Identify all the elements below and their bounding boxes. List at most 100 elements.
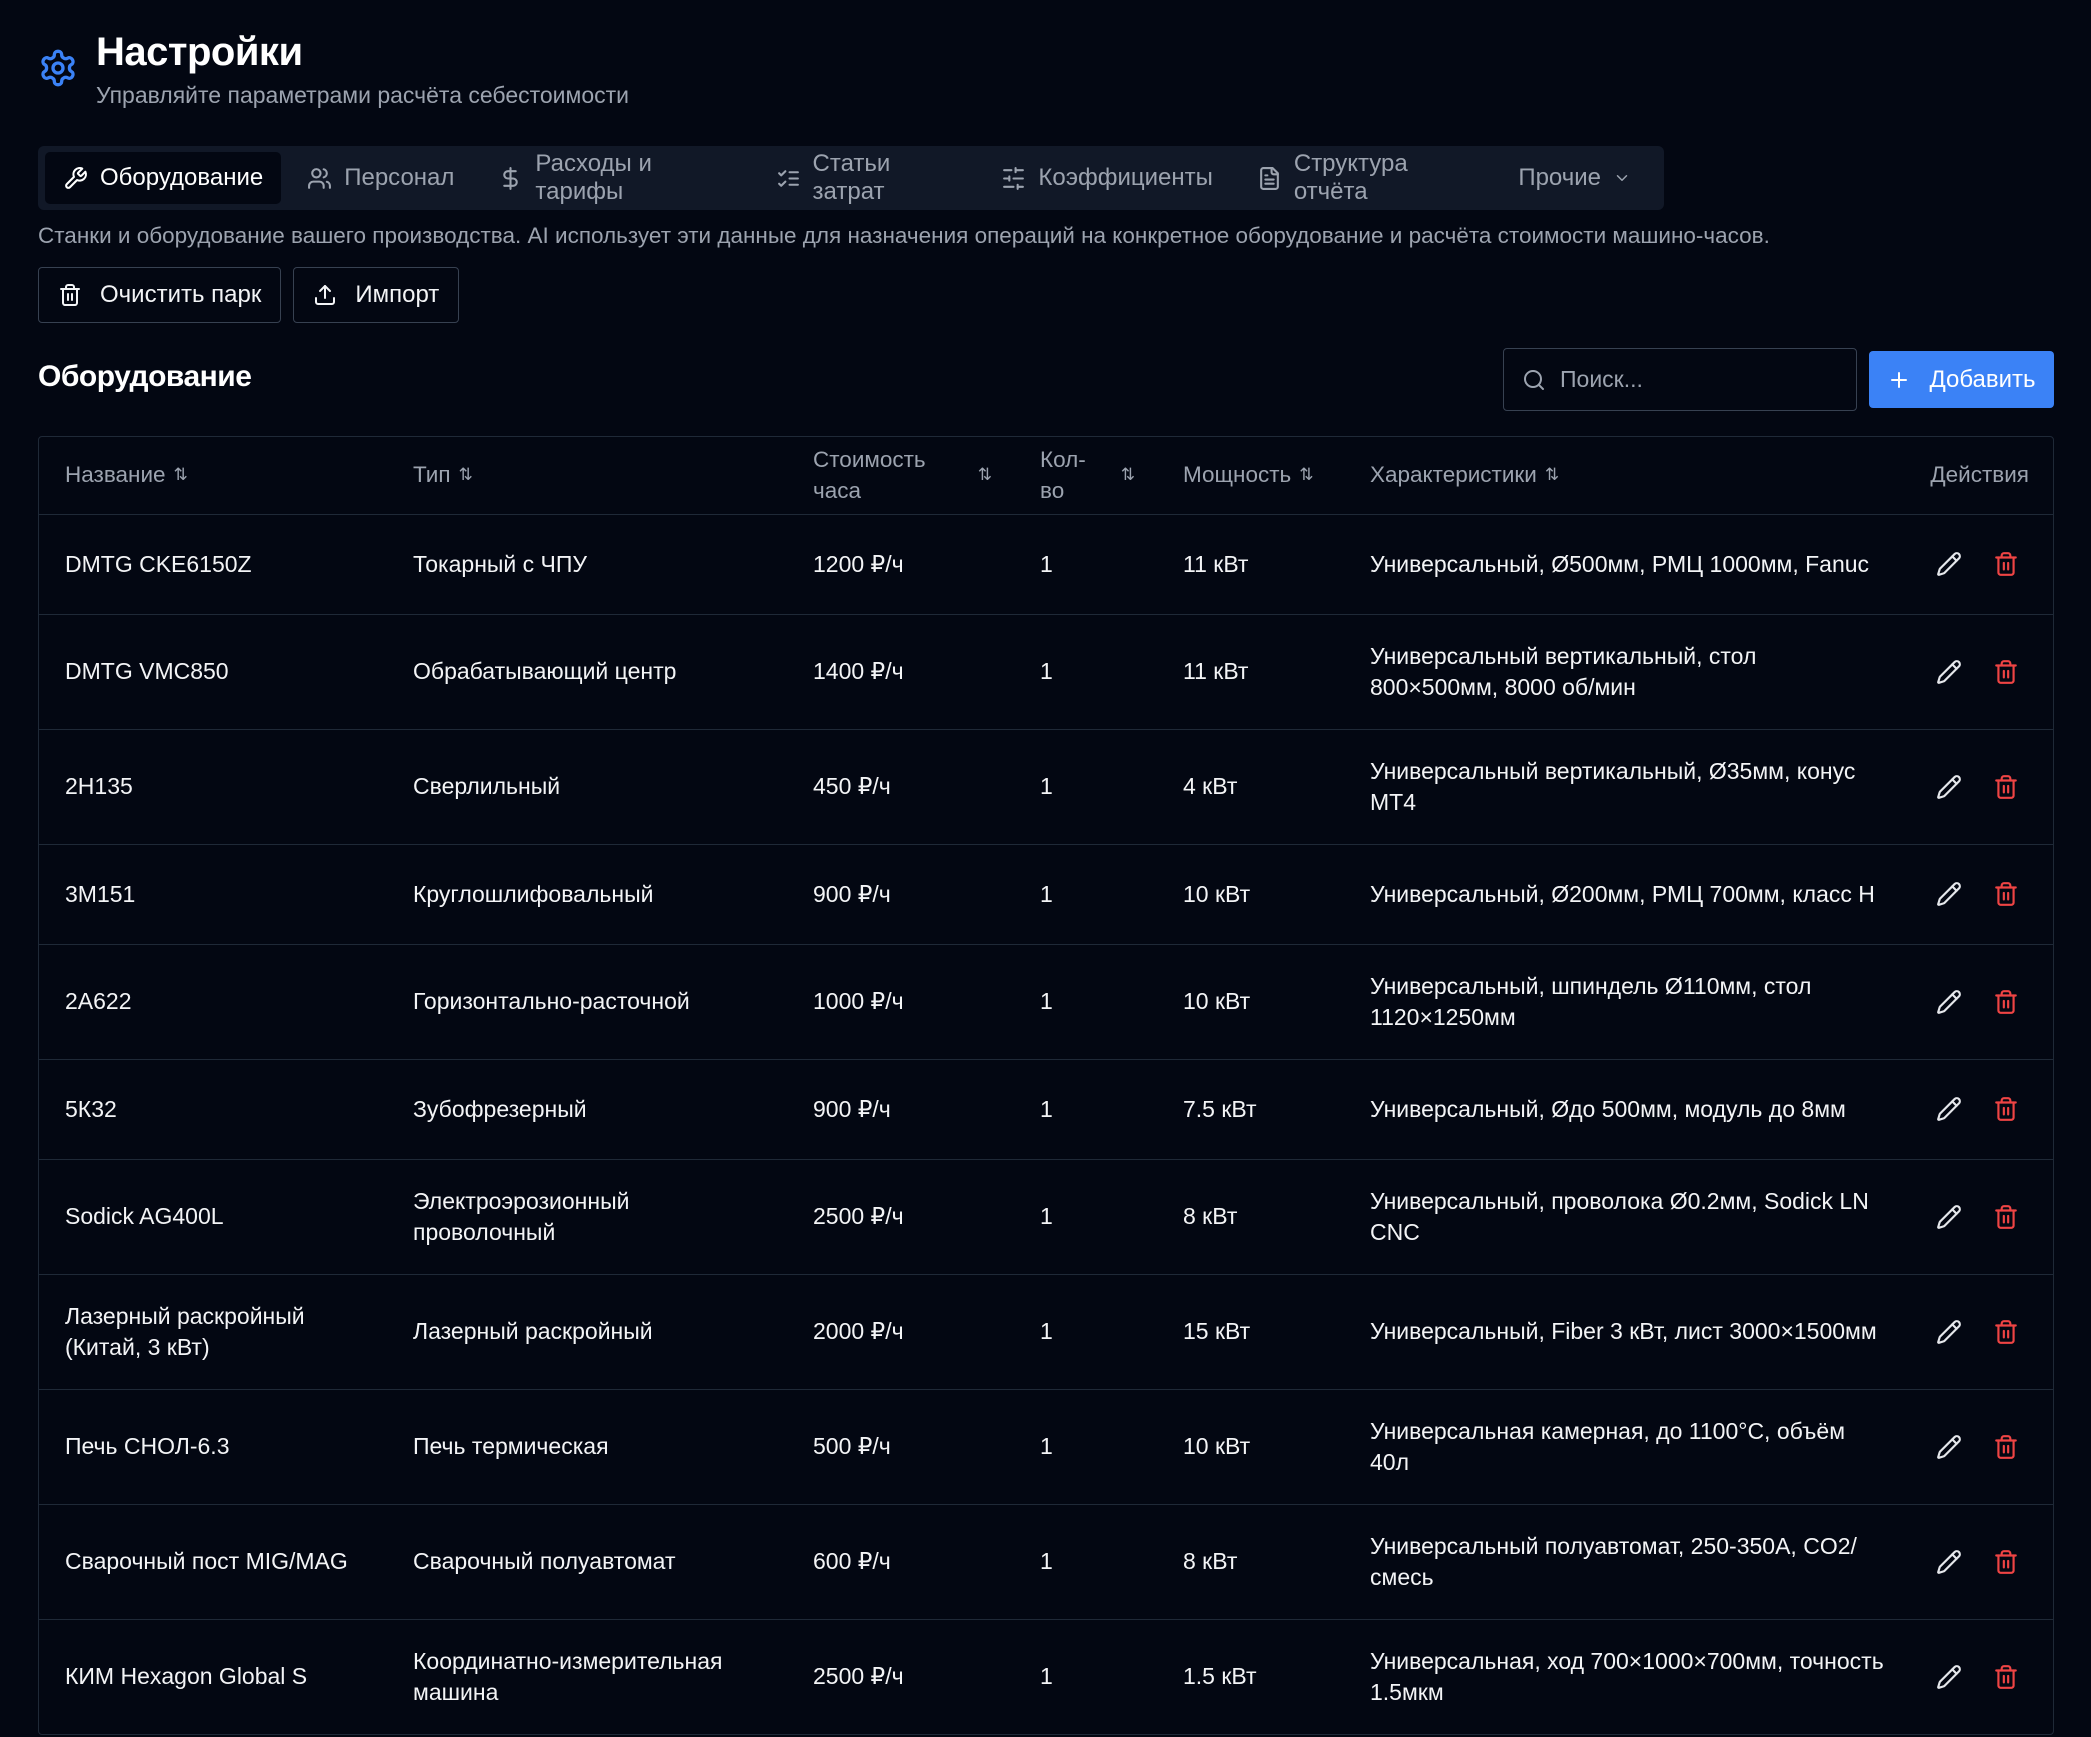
row-actions — [1927, 1096, 2041, 1122]
search-input[interactable] — [1560, 366, 1840, 393]
row-actions — [1927, 551, 2041, 577]
trash-icon[interactable] — [1993, 1549, 2019, 1575]
page-header: Настройки Управляйте параметрами расчёта… — [38, 28, 629, 109]
import-label: Импорт — [355, 281, 440, 308]
cell-cost: 600 ₽/ч — [787, 1504, 1014, 1620]
cell-cost: 2000 ₽/ч — [787, 1274, 1014, 1390]
trash-icon[interactable] — [1993, 881, 2019, 907]
row-actions — [1927, 1664, 2041, 1690]
column-header-actions: Действия — [1901, 437, 2053, 515]
cell-power: 15 кВт — [1157, 1274, 1344, 1390]
cell-quantity: 1 — [1014, 1504, 1157, 1620]
cell-quantity: 1 — [1014, 1274, 1157, 1390]
list-checks-icon — [777, 169, 799, 187]
cell-power: 8 кВт — [1157, 1504, 1344, 1620]
cell-specs: Универсальная камерная, до 1100°C, объём… — [1344, 1389, 1901, 1505]
add-equipment-button[interactable]: Добавить — [1869, 351, 2054, 408]
cell-cost: 500 ₽/ч — [787, 1389, 1014, 1505]
plus-icon — [1891, 371, 1908, 388]
tab-label: Структура отчёта — [1293, 150, 1408, 205]
cell-cost: 2500 ₽/ч — [787, 1159, 1014, 1275]
cell-specs: Универсальный, Fiber 3 кВт, лист 3000×15… — [1344, 1274, 1901, 1390]
pencil-icon[interactable] — [1936, 1204, 1962, 1230]
tab-other-dropdown[interactable]: Прочие — [1500, 152, 1649, 204]
cell-type: Сварочный полуавтомат — [387, 1504, 787, 1620]
sliders-icon — [1003, 166, 1025, 190]
cell-type: Печь термическая — [387, 1389, 787, 1505]
column-header-cost[interactable]: Стоимость часа ⇅ — [787, 437, 1014, 515]
search-icon — [1524, 369, 1544, 390]
column-header-quantity[interactable]: Кол-во ⇅ — [1014, 437, 1157, 515]
pencil-icon[interactable] — [1936, 989, 1962, 1015]
tab-personnel[interactable]: Персонал — [289, 152, 472, 204]
sort-icon: ⇅ — [458, 465, 473, 485]
cell-cost: 1000 ₽/ч — [787, 944, 1014, 1060]
tab-report-structure[interactable]: Структура отчёта — [1239, 150, 1492, 205]
column-header-power[interactable]: Мощность ⇅ — [1157, 437, 1344, 515]
cell-specs: Универсальная, ход 700×1000×700мм, точно… — [1370, 1647, 1884, 1705]
table-row: DMTG CKE6150Z Токарный с ЧПУ 1200 ₽/ч 1 11 к… — [39, 514, 2053, 615]
table-row: Sodick AG400L Электроэрозионный проволочн… — [39, 1159, 2053, 1275]
trash-icon[interactable] — [1993, 774, 2019, 800]
cell-type: Сверлильный — [387, 729, 787, 845]
column-header-name[interactable]: Название ⇅ — [39, 437, 387, 515]
gear-icon — [41, 49, 75, 87]
cell-name: 5К32 — [39, 1059, 387, 1160]
trash-icon[interactable] — [1993, 989, 2019, 1015]
cell-name: DMTG VMC850 — [39, 614, 387, 730]
pencil-icon[interactable] — [1936, 1434, 1962, 1460]
cell-cost: 1200 ₽/ч — [787, 514, 1014, 615]
cell-name: 3М151 — [39, 844, 387, 945]
tab-cost-items[interactable]: Статьи затрат — [758, 150, 976, 205]
settings-tabs: Оборудование Персонал Расходы и тарифы С… — [38, 146, 1664, 210]
table-row: Печь СНОЛ-6.3 Печь термическая 500 ₽/ч 1 10 … — [39, 1389, 2053, 1505]
cell-quantity: 1 — [1014, 729, 1157, 845]
trash-icon[interactable] — [1993, 1096, 2019, 1122]
table-header-row: Название ⇅ Тип ⇅ Стоимость часа ⇅ Кол-во ⇅ — [39, 437, 2053, 515]
pencil-icon[interactable] — [1936, 774, 1962, 800]
cell-specs: Универсальный, проволока Ø0.2мм, Sodick … — [1344, 1159, 1901, 1275]
column-header-type[interactable]: Тип ⇅ — [387, 437, 787, 515]
pencil-icon[interactable] — [1936, 1096, 1962, 1122]
tab-label: Оборудование — [100, 164, 264, 191]
pencil-icon[interactable] — [1936, 1319, 1962, 1345]
tab-equipment[interactable]: Оборудование — [45, 152, 282, 204]
pencil-icon[interactable] — [1936, 881, 1962, 907]
cell-power: 1.5 кВт — [1183, 1663, 1257, 1690]
clear-fleet-button[interactable]: Очистить парк — [38, 267, 282, 323]
row-actions — [1927, 1549, 2041, 1575]
cell-actions — [1901, 1619, 2053, 1734]
tab-coefficients[interactable]: Коэффициенты — [983, 152, 1230, 204]
cell-type: Круглошлифовальный — [387, 844, 787, 945]
trash-icon[interactable] — [1993, 1664, 2019, 1690]
cell-actions — [1901, 729, 2053, 845]
trash-icon[interactable] — [1993, 551, 2019, 577]
table-row: 2Н135 Сверлильный 450 ₽/ч 1 4 кВт Универсальн… — [39, 729, 2053, 845]
tab-expenses[interactable]: Расходы и тарифы — [480, 150, 749, 205]
trash-icon[interactable] — [1993, 1434, 2019, 1460]
pencil-icon[interactable] — [1936, 1664, 1962, 1690]
search-box — [1503, 348, 1857, 411]
table-row: Сварочный пост MIG/MAG Сварочный полуавто… — [39, 1504, 2053, 1620]
column-header-specs[interactable]: Характеристики ⇅ — [1344, 437, 1901, 515]
import-button[interactable]: Импорт — [293, 267, 460, 323]
sort-icon: ⇅ — [1544, 465, 1560, 485]
cell-specs: Универсальный полуавтомат, 250-350А, CO2… — [1344, 1504, 1901, 1620]
trash-icon — [60, 284, 80, 306]
cell-cost: 1400 ₽/ч — [787, 614, 1014, 730]
pencil-icon[interactable] — [1936, 1549, 1962, 1575]
tab-label: Расходы и тарифы — [535, 150, 652, 205]
cell-type: Электроэрозионный проволочный — [387, 1159, 787, 1275]
trash-icon[interactable] — [1993, 1204, 2019, 1230]
pencil-icon[interactable] — [1936, 659, 1962, 685]
add-equipment-label: Добавить — [1929, 365, 2036, 393]
cell-power: 8 кВт — [1157, 1159, 1344, 1275]
cell-quantity: 1 — [1014, 944, 1157, 1060]
users-icon — [308, 167, 332, 189]
cell-power: 10 кВт — [1157, 944, 1344, 1060]
trash-icon[interactable] — [1993, 659, 2019, 685]
cell-actions — [1901, 844, 2053, 945]
cell-name: DMTG CKE6150Z — [39, 514, 387, 615]
pencil-icon[interactable] — [1936, 551, 1962, 577]
trash-icon[interactable] — [1993, 1319, 2019, 1345]
